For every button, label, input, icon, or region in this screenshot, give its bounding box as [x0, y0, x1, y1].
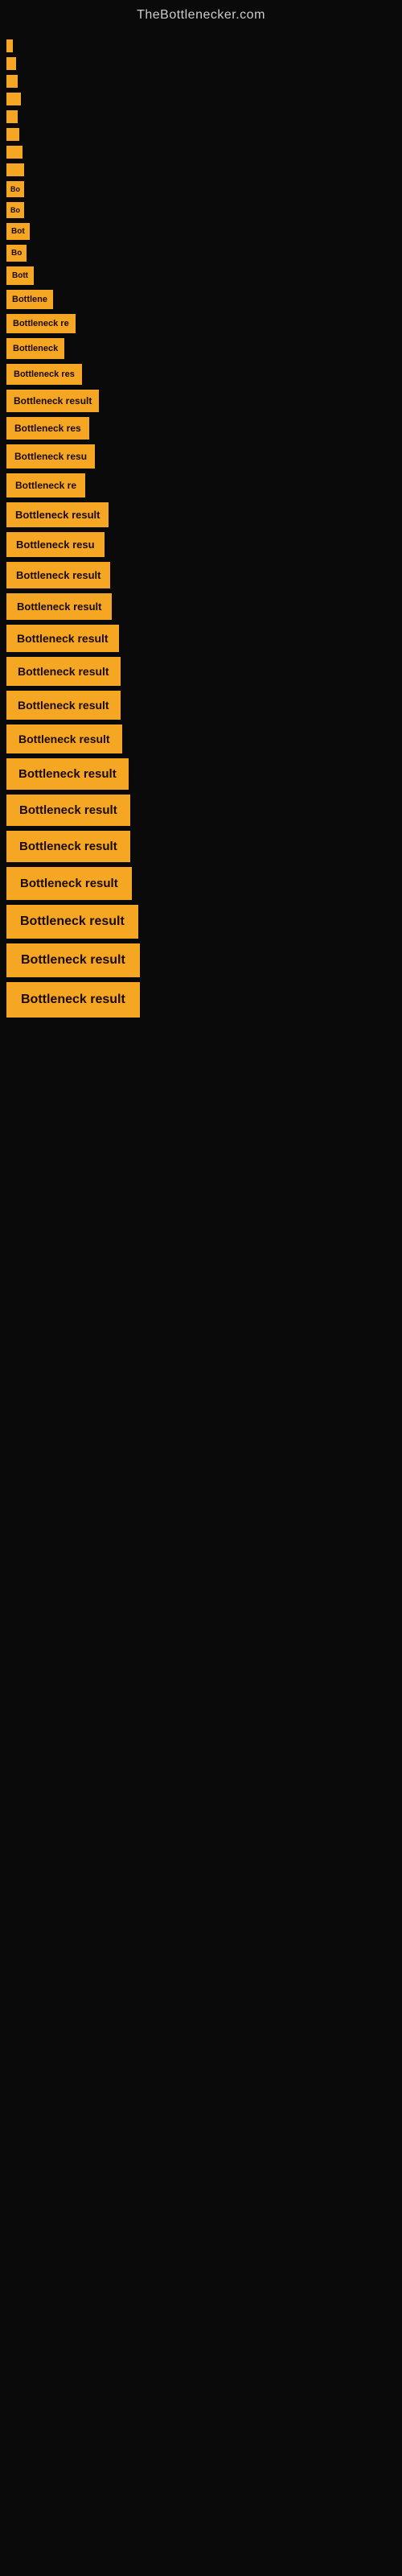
result-badge[interactable]: Bottleneck result	[6, 593, 112, 620]
list-item	[6, 75, 402, 88]
list-item: Bottleneck result	[6, 758, 402, 790]
result-badge[interactable]	[6, 93, 21, 105]
result-badge[interactable]: Bottleneck re	[6, 473, 85, 497]
list-item: Bottleneck	[6, 338, 402, 359]
result-badge[interactable]: Bottleneck result	[6, 795, 130, 826]
result-badge[interactable]: Bottleneck	[6, 338, 64, 359]
result-badge[interactable]: Bottleneck result	[6, 724, 122, 753]
result-badge[interactable]: Bottleneck result	[6, 625, 119, 652]
list-item	[6, 163, 402, 176]
result-badge[interactable]	[6, 163, 24, 176]
list-item	[6, 128, 402, 141]
result-badge[interactable]: Bottleneck resu	[6, 532, 105, 557]
list-item: Bottleneck result	[6, 691, 402, 720]
list-item: Bottleneck resu	[6, 444, 402, 469]
list-item: Bottleneck result	[6, 562, 402, 588]
result-badge[interactable]: Bottleneck result	[6, 562, 110, 588]
result-badge[interactable]: Bottleneck resu	[6, 444, 95, 469]
list-item	[6, 39, 402, 52]
list-item: Bottleneck result	[6, 943, 402, 977]
result-badge[interactable]: Bottleneck res	[6, 417, 89, 440]
result-badge[interactable]	[6, 39, 13, 52]
list-item	[6, 93, 402, 105]
result-badge[interactable]: Bo	[6, 181, 24, 197]
result-badge[interactable]: Bottlene	[6, 290, 53, 309]
result-badge[interactable]: Bott	[6, 266, 34, 285]
result-badge[interactable]	[6, 128, 19, 141]
result-badge[interactable]	[6, 110, 18, 123]
result-badge[interactable]: Bottleneck result	[6, 831, 130, 862]
list-item: Bottleneck result	[6, 982, 402, 1018]
result-badge[interactable]: Bot	[6, 223, 30, 240]
list-item: Bottleneck result	[6, 831, 402, 862]
result-badge[interactable]: Bottleneck result	[6, 867, 132, 900]
result-badge[interactable]: Bottleneck result	[6, 943, 140, 977]
site-header: TheBottlenecker.com	[0, 0, 402, 27]
result-badge[interactable]: Bottleneck result	[6, 390, 99, 412]
result-badge[interactable]	[6, 75, 18, 88]
list-item	[6, 146, 402, 159]
result-badge[interactable]: Bo	[6, 245, 27, 262]
list-item: Bo	[6, 181, 402, 197]
result-badge[interactable]: Bo	[6, 202, 24, 218]
site-title: TheBottlenecker.com	[0, 0, 402, 27]
result-badge[interactable]: Bottleneck res	[6, 364, 82, 385]
result-badge[interactable]: Bottleneck result	[6, 502, 109, 527]
list-item: Bottleneck re	[6, 473, 402, 497]
list-item: Bottleneck res	[6, 364, 402, 385]
result-badge[interactable]	[6, 57, 16, 70]
list-item: Bottleneck result	[6, 390, 402, 412]
list-item: Bottleneck resu	[6, 532, 402, 557]
result-badge[interactable]: Bottleneck result	[6, 905, 138, 939]
list-item: Bot	[6, 223, 402, 240]
list-item: Bottlene	[6, 290, 402, 309]
list-item: Bottleneck result	[6, 905, 402, 939]
items-list: Bo Bo Bot Bo Bott Bottlene Bottleneck re Bottle…	[0, 27, 402, 1030]
list-item: Bottleneck result	[6, 795, 402, 826]
list-item: Bo	[6, 245, 402, 262]
result-badge[interactable]	[6, 146, 23, 159]
list-item	[6, 110, 402, 123]
list-item: Bottleneck result	[6, 657, 402, 686]
result-badge[interactable]: Bottleneck result	[6, 758, 129, 790]
result-badge[interactable]: Bottleneck result	[6, 982, 140, 1018]
list-item: Bottleneck result	[6, 867, 402, 900]
result-badge[interactable]: Bottleneck result	[6, 691, 121, 720]
list-item: Bott	[6, 266, 402, 285]
list-item: Bottleneck result	[6, 593, 402, 620]
result-badge[interactable]: Bottleneck result	[6, 657, 121, 686]
list-item: Bottleneck res	[6, 417, 402, 440]
list-item: Bo	[6, 202, 402, 218]
result-badge[interactable]: Bottleneck re	[6, 314, 76, 333]
list-item: Bottleneck result	[6, 625, 402, 652]
list-item: Bottleneck result	[6, 502, 402, 527]
list-item: Bottleneck result	[6, 724, 402, 753]
list-item	[6, 57, 402, 70]
list-item: Bottleneck re	[6, 314, 402, 333]
